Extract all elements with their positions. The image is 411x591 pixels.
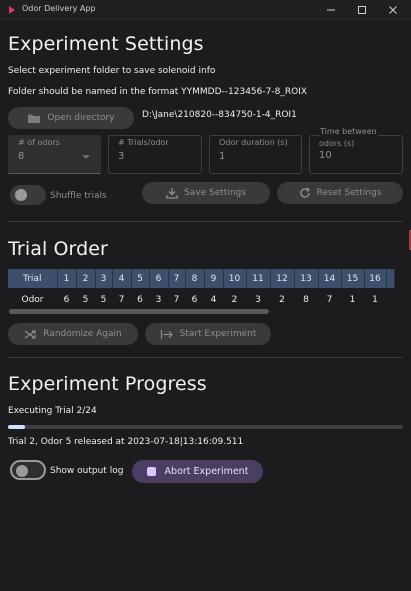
trials-per-odor-field[interactable]: # Trials/odor 3: [108, 135, 202, 174]
time-between-label-2: odors (s): [319, 139, 355, 148]
folder-icon: [28, 114, 41, 123]
randomize-again-label: Randomize Again: [43, 329, 122, 339]
odor-value-cell: 5: [82, 294, 89, 305]
odor-duration-field[interactable]: Odor duration (s) 1: [209, 135, 302, 174]
trial-number-cell: 11: [246, 269, 271, 288]
odors-value: 8: [18, 151, 25, 162]
chevron-down-icon: [82, 155, 90, 159]
arrow-to-line-icon: [160, 329, 173, 339]
maximize-button[interactable]: [350, 0, 374, 20]
minimize-icon: [327, 9, 335, 11]
save-icon: [166, 188, 178, 199]
trial-number-cell: 16: [364, 269, 387, 288]
odor-value-cell: 1: [372, 294, 378, 305]
odor-row: Odor 6557637642328711: [8, 288, 394, 311]
maximize-icon: [358, 6, 366, 14]
trial-number-cell: [386, 269, 395, 288]
progress-bar: [8, 425, 403, 429]
shuffle-trials-label: Shuffle trials: [50, 191, 107, 201]
odors-label: # of odors: [18, 138, 60, 147]
start-experiment-label: Start Experiment: [179, 329, 257, 339]
trial-number-cell: 7: [168, 269, 186, 288]
progress-status: Executing Trial 2/24: [8, 406, 97, 416]
toggle-knob: [15, 189, 27, 201]
trial-number-cell: 12: [270, 269, 295, 288]
section-divider: [8, 357, 403, 358]
odor-value-cell: 1: [349, 294, 356, 305]
reset-settings-label: Reset Settings: [316, 188, 382, 198]
odor-value-cell: 2: [231, 294, 238, 305]
time-between-field[interactable]: Time between odors (s) 10: [309, 127, 403, 174]
stop-icon: [146, 467, 156, 476]
close-icon: [389, 6, 397, 14]
trial-number-cell: 13: [294, 269, 319, 288]
show-output-log-label: Show output log: [50, 466, 124, 476]
progress-bar-fill: [8, 425, 25, 429]
trial-number-cell: 2: [76, 269, 96, 288]
abort-experiment-button[interactable]: Abort Experiment: [132, 460, 263, 483]
trial-header-row: Trial 1 2 3 4 5 6 7 8 9 10 11 12 13 14 15 16: [8, 269, 395, 288]
trials-per-odor-value: 3: [118, 151, 125, 162]
trial-number-cell: 1: [57, 269, 77, 288]
close-button[interactable]: [381, 0, 405, 20]
save-settings-label: Save Settings: [184, 188, 246, 198]
folder-format-instruction: Folder should be named in the format YYM…: [8, 87, 307, 97]
randomize-again-button[interactable]: Randomize Again: [8, 323, 138, 345]
trial-order-heading: Trial Order: [8, 238, 108, 260]
abort-experiment-label: Abort Experiment: [164, 466, 249, 477]
trial-number-cell: 4: [112, 269, 132, 288]
shuffle-icon: [24, 329, 36, 339]
start-experiment-button[interactable]: Start Experiment: [145, 323, 271, 345]
odor-value-cell: 4: [210, 294, 217, 305]
show-output-log-toggle[interactable]: [10, 460, 46, 480]
trial-row-label: Trial: [8, 269, 58, 288]
progress-heading: Experiment Progress: [8, 373, 207, 395]
trials-per-odor-label: # Trials/odor: [118, 138, 169, 147]
select-folder-instruction: Select experiment folder to save solenoi…: [8, 66, 216, 76]
odor-duration-label: Odor duration (s): [219, 138, 288, 147]
odor-value-cell: 3: [255, 294, 261, 305]
odor-value-cell: 3: [155, 294, 162, 305]
directory-path: D:\Jane\210820--834750-1-4_ROI1: [142, 110, 297, 120]
trial-number-cell: 14: [318, 269, 342, 288]
shuffle-trials-toggle[interactable]: [10, 185, 46, 205]
open-directory-label: Open directory: [47, 113, 115, 123]
trial-number-cell: 15: [341, 269, 365, 288]
app-logo-icon: [9, 6, 15, 14]
odor-value-cell: 5: [100, 294, 107, 305]
save-settings-button[interactable]: Save Settings: [142, 182, 270, 204]
open-directory-button[interactable]: Open directory: [8, 107, 134, 129]
table-scrollbar[interactable]: [9, 309, 269, 314]
odor-value-cell: 6: [63, 294, 70, 305]
odor-value-cell: 7: [326, 294, 333, 305]
trial-number-cell: 5: [131, 269, 150, 288]
trial-number-cell: 10: [223, 269, 247, 288]
odor-value-cell: 6: [191, 294, 198, 305]
odor-value-cell: [386, 288, 394, 311]
trial-number-cell: 3: [95, 269, 113, 288]
trial-log-line: Trial 2, Odor 5 released at 2023-07-18|1…: [8, 437, 244, 447]
time-between-label-1: Time between: [319, 127, 378, 136]
odors-select[interactable]: # of odors 8: [8, 135, 101, 174]
odor-row-label: Odor: [21, 294, 44, 305]
time-between-value: 10: [319, 150, 332, 161]
toggle-knob: [16, 465, 28, 477]
odor-value-cell: 7: [173, 294, 180, 305]
odor-value-cell: 7: [118, 294, 125, 305]
reset-settings-button[interactable]: Reset Settings: [277, 182, 403, 204]
section-divider: [8, 221, 403, 222]
odor-value-cell: 2: [279, 294, 285, 305]
settings-heading: Experiment Settings: [8, 33, 204, 55]
trial-number-cell: 8: [185, 269, 205, 288]
trial-number-cell: 9: [204, 269, 224, 288]
window-title: Odor Delivery App: [22, 4, 96, 13]
window-titlebar: Odor Delivery App: [0, 0, 411, 20]
refresh-icon: [299, 187, 310, 198]
minimize-button[interactable]: [319, 0, 343, 20]
odor-duration-value: 1: [219, 151, 226, 162]
odor-value-cell: 8: [303, 294, 309, 305]
trial-number-cell: 6: [149, 269, 169, 288]
odor-value-cell: 6: [137, 294, 143, 305]
